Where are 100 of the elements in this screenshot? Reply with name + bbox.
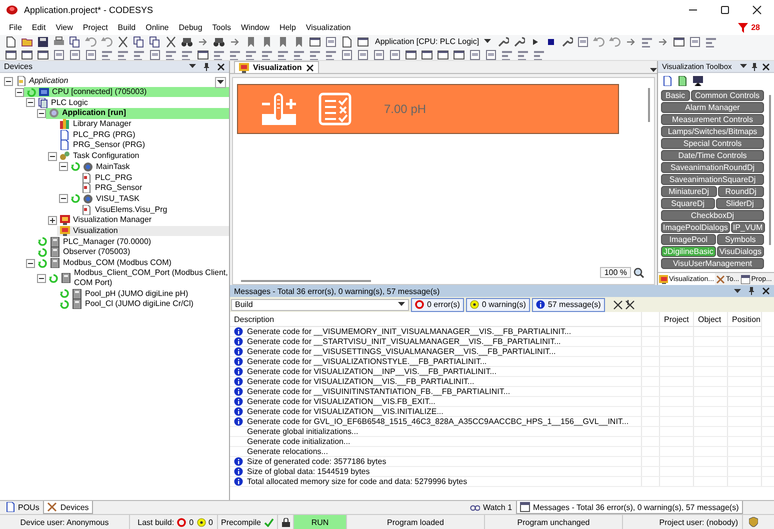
pin-icon[interactable] bbox=[748, 287, 755, 295]
align-icon[interactable] bbox=[133, 48, 145, 60]
wrench-icon[interactable] bbox=[561, 36, 574, 48]
source-dropdown[interactable]: Build bbox=[231, 298, 409, 310]
tree-item[interactable]: Application bbox=[13, 76, 229, 87]
window-icon[interactable] bbox=[357, 36, 369, 48]
collapse-toggle[interactable] bbox=[15, 88, 24, 97]
tree-item[interactable]: PRG_Sensor (PRG) bbox=[57, 140, 229, 151]
undo-icon[interactable] bbox=[593, 36, 606, 48]
toolbox-category[interactable]: Common Controls bbox=[690, 90, 764, 101]
editor-tab[interactable]: Visualization bbox=[234, 61, 319, 73]
pin-icon[interactable] bbox=[203, 62, 210, 70]
toolbox-category[interactable]: Measurement Controls bbox=[661, 114, 764, 125]
toolbox-category[interactable]: IP_VUM bbox=[730, 222, 765, 233]
align-icon[interactable] bbox=[245, 48, 257, 60]
align-icon[interactable] bbox=[277, 48, 289, 60]
arrow-icon[interactable] bbox=[197, 36, 209, 48]
align-icon[interactable] bbox=[501, 48, 513, 60]
collapse-toggle[interactable] bbox=[4, 76, 13, 86]
menu-item[interactable]: Help bbox=[274, 23, 301, 32]
window-icon[interactable] bbox=[673, 36, 686, 48]
layout-icon[interactable] bbox=[357, 48, 369, 60]
copy-icon[interactable] bbox=[69, 36, 81, 48]
window-icon[interactable] bbox=[421, 48, 433, 60]
column-header[interactable]: Project bbox=[660, 312, 694, 327]
close-icon[interactable] bbox=[762, 62, 770, 70]
maximize-icon[interactable] bbox=[720, 5, 730, 15]
toolbox-category[interactable]: ImagePool bbox=[661, 234, 716, 245]
toolbox-category[interactable]: MiniatureDj bbox=[661, 186, 717, 197]
expand-toggle[interactable] bbox=[48, 216, 57, 225]
layout-icon[interactable] bbox=[325, 36, 337, 48]
pin-icon[interactable] bbox=[751, 62, 758, 70]
application-selector[interactable]: Application [CPU: PLC Logic] bbox=[371, 37, 496, 46]
toolbox-category[interactable]: VisuUserManagement bbox=[661, 258, 764, 269]
toolbox-category[interactable]: VisuDialogs bbox=[716, 246, 764, 257]
toolbox-category[interactable]: SquareDj bbox=[661, 198, 715, 209]
menu-item[interactable]: Project bbox=[78, 23, 113, 32]
layout-icon[interactable] bbox=[341, 48, 353, 60]
menu-item[interactable]: Build bbox=[112, 23, 141, 32]
tree-item[interactable]: PLC_PRG bbox=[79, 172, 229, 183]
printer-icon[interactable] bbox=[53, 36, 65, 48]
menu-item[interactable]: Online bbox=[140, 23, 174, 32]
close-icon[interactable] bbox=[306, 64, 314, 72]
align-icon[interactable] bbox=[325, 48, 337, 60]
layout-icon[interactable] bbox=[469, 48, 481, 60]
column-header[interactable]: Position bbox=[728, 312, 762, 327]
collapse-toggle[interactable] bbox=[37, 108, 46, 118]
layout-icon[interactable] bbox=[577, 36, 590, 48]
menu-item[interactable]: Edit bbox=[26, 23, 51, 32]
layout-icon[interactable] bbox=[85, 48, 97, 60]
toolbox-category[interactable]: Basic bbox=[661, 90, 690, 101]
toolbox-category[interactable]: Alarm Manager bbox=[661, 102, 764, 113]
wrench-icon[interactable] bbox=[513, 36, 526, 48]
toolbox-category[interactable]: SliderDj bbox=[716, 198, 764, 209]
panel-tab[interactable]: Devices bbox=[43, 501, 93, 514]
column-header[interactable]: Object bbox=[694, 312, 728, 327]
window-icon[interactable] bbox=[437, 48, 449, 60]
collapse-toggle[interactable] bbox=[37, 274, 46, 283]
menu-item[interactable]: Window bbox=[236, 23, 274, 32]
layout-icon[interactable] bbox=[69, 48, 81, 60]
collapse-toggle[interactable] bbox=[59, 162, 68, 172]
tree-item[interactable]: Task Configuration bbox=[57, 150, 229, 162]
undo-icon[interactable] bbox=[609, 36, 622, 48]
filter-toggle[interactable]: 57 message(s) bbox=[532, 298, 605, 312]
magnifier-icon[interactable] bbox=[633, 267, 644, 278]
panel-tab[interactable]: POUs bbox=[2, 501, 44, 514]
arrow-icon[interactable] bbox=[657, 36, 670, 48]
tree-item[interactable]: Pool_pH (JUMO digiLine pH) bbox=[57, 288, 229, 300]
toolbox-category[interactable]: Special Controls bbox=[661, 138, 764, 149]
caret-icon[interactable] bbox=[650, 68, 657, 73]
arrow-icon[interactable] bbox=[625, 36, 638, 48]
align-icon[interactable] bbox=[165, 48, 177, 60]
caret-icon[interactable] bbox=[740, 64, 747, 69]
layout-icon[interactable] bbox=[149, 48, 161, 60]
toolbox-category[interactable]: SaveanimationRoundDj bbox=[661, 162, 764, 173]
window-icon[interactable] bbox=[309, 36, 321, 48]
panel-tab[interactable]: Messages - Total 36 error(s), 0 warning(s), 57 message(s) bbox=[516, 501, 743, 514]
align-icon[interactable] bbox=[101, 48, 113, 60]
close-icon[interactable] bbox=[217, 62, 225, 70]
menu-item[interactable]: File bbox=[4, 23, 27, 32]
layout-icon[interactable] bbox=[373, 48, 385, 60]
arrow-icon[interactable] bbox=[229, 36, 241, 48]
tree-item[interactable]: VisuElems.Visu_Prg bbox=[79, 204, 229, 215]
tree-item[interactable]: Modbus_Client_COM_Port (Modbus Client, COM Port) bbox=[46, 268, 229, 288]
toolbox-category[interactable]: Lamps/Switches/Bitmaps bbox=[661, 126, 764, 137]
window-icon[interactable] bbox=[197, 48, 209, 60]
filter-toggle[interactable]: 0 warning(s) bbox=[466, 298, 530, 312]
tree-item[interactable]: VISU_TASK bbox=[68, 194, 229, 204]
column-header[interactable]: Description bbox=[230, 312, 642, 327]
window-icon[interactable] bbox=[5, 48, 17, 60]
tree-item[interactable]: MainTask bbox=[68, 162, 229, 172]
align-icon[interactable] bbox=[229, 48, 241, 60]
tree-item[interactable]: PLC_PRG (PRG) bbox=[57, 129, 229, 140]
align-icon[interactable] bbox=[117, 48, 129, 60]
menu-item[interactable]: View bbox=[50, 23, 78, 32]
tree-item[interactable]: Pool_Cl (JUMO digiLine Cr/Cl) bbox=[57, 299, 229, 310]
dropdown-button[interactable] bbox=[215, 77, 226, 88]
close-icon[interactable] bbox=[752, 5, 762, 15]
collapse-toggle[interactable] bbox=[26, 98, 35, 108]
caret-icon[interactable] bbox=[189, 64, 196, 69]
